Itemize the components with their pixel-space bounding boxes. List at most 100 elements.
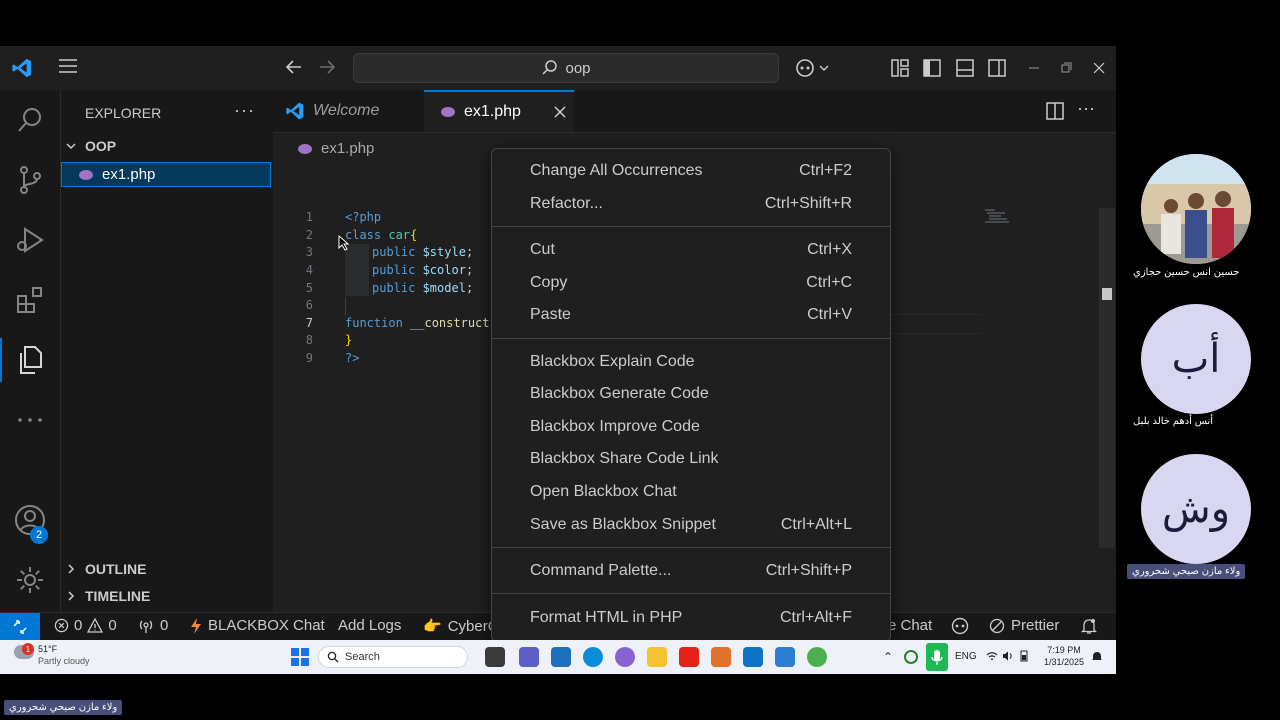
toggle-secondary-sidebar-icon[interactable]: [987, 58, 1007, 83]
remote-indicator[interactable]: [0, 613, 40, 641]
taskbar-search[interactable]: Search: [318, 646, 468, 668]
chat-button[interactable]: e Chat: [888, 617, 932, 634]
code-token: ;: [465, 245, 474, 259]
task-view-icon[interactable]: [485, 647, 505, 667]
settings-gear-icon[interactable]: [0, 552, 60, 608]
xampp-icon[interactable]: [711, 647, 731, 667]
menu-item-label: Refactor...: [530, 195, 603, 212]
menu-item-command-palette[interactable]: Command Palette... Ctrl+Shift+P: [530, 555, 852, 587]
outline-label: OUTLINE: [85, 561, 147, 577]
file-item-ex1[interactable]: ex1.php: [61, 162, 271, 187]
menu-item-blackbox-share[interactable]: Blackbox Share Code Link: [530, 443, 852, 475]
tab-ex1-php[interactable]: ex1.php: [424, 90, 574, 132]
windows-start-icon[interactable]: [291, 648, 309, 669]
editor-more-icon[interactable]: ···: [1077, 98, 1095, 119]
code-token: $color: [422, 263, 466, 277]
accounts-icon[interactable]: 2: [0, 492, 60, 548]
copilot-app-icon[interactable]: [615, 647, 635, 667]
breadcrumb[interactable]: ex1.php: [297, 140, 374, 157]
add-logs-button[interactable]: Add Logs: [338, 617, 401, 634]
teams-icon[interactable]: [519, 647, 539, 667]
explorer-more-icon[interactable]: ···: [234, 100, 255, 121]
command-center-search[interactable]: oop: [353, 53, 779, 83]
menu-item-refactor[interactable]: Refactor... Ctrl+Shift+R: [530, 188, 852, 220]
participant-avatar[interactable]: وش: [1141, 454, 1251, 564]
folder-name: OOP: [85, 138, 117, 154]
store-icon[interactable]: [551, 647, 571, 667]
close-tab-icon[interactable]: [553, 105, 567, 119]
copilot-status-icon[interactable]: [950, 617, 970, 639]
menu-item-blackbox-explain[interactable]: Blackbox Explain Code: [530, 346, 852, 378]
menu-item-format-html-php[interactable]: Format HTML in PHP Ctrl+Alt+F: [530, 602, 852, 634]
menu-item-shortcut: Ctrl+Shift+P: [765, 562, 852, 579]
menu-item-blackbox-improve[interactable]: Blackbox Improve Code: [530, 411, 852, 443]
volume-icon[interactable]: [1002, 650, 1014, 665]
run-debug-icon[interactable]: [0, 212, 60, 268]
source-control-icon[interactable]: [0, 152, 60, 208]
cyber-button[interactable]: 👉 CyberC: [423, 617, 499, 636]
sync-icon[interactable]: [904, 650, 918, 664]
language-indicator[interactable]: ENG: [955, 651, 977, 662]
file-explorer-icon[interactable]: [647, 647, 667, 667]
menu-item-shortcut: Ctrl+X: [807, 241, 852, 258]
menu-item-copy[interactable]: Copy Ctrl+C: [530, 267, 852, 299]
menu-item-shortcut: Ctrl+Shift+R: [764, 195, 852, 212]
accounts-badge: 2: [30, 526, 48, 544]
vertical-scrollbar[interactable]: [1099, 208, 1115, 548]
line-number: 4: [305, 263, 313, 277]
code-line: }: [345, 333, 353, 347]
back-arrow-icon[interactable]: [285, 58, 303, 81]
copilot-icon[interactable]: [795, 57, 829, 84]
participant-photo[interactable]: [1141, 154, 1251, 264]
edge-icon[interactable]: [583, 647, 603, 667]
chevron-up-icon[interactable]: ⌃: [883, 650, 893, 664]
close-window-icon[interactable]: [1092, 58, 1106, 83]
menu-item-change-all-occurrences[interactable]: Change All Occurrences Ctrl+F2: [530, 155, 852, 187]
problems-indicator[interactable]: 0 0: [54, 617, 117, 634]
notifications-bell-icon[interactable]: [1080, 618, 1098, 639]
minimize-icon[interactable]: [1027, 58, 1041, 83]
menu-item-blackbox-generate[interactable]: Blackbox Generate Code: [530, 378, 852, 410]
forward-arrow-icon[interactable]: [318, 58, 336, 81]
minimap[interactable]: [985, 209, 1009, 223]
toggle-panel-icon[interactable]: [955, 58, 975, 83]
editor-context-menu: Change All Occurrences Ctrl+F2 Refactor..…: [491, 148, 891, 642]
menu-item-open-blackbox-chat[interactable]: Open Blackbox Chat: [530, 476, 852, 508]
tab-welcome[interactable]: Welcome: [273, 90, 436, 132]
menu-item-cut[interactable]: Cut Ctrl+X: [530, 234, 852, 266]
folder-header[interactable]: OOP: [65, 138, 116, 154]
search-view-icon[interactable]: [0, 92, 60, 148]
youtube-icon[interactable]: [679, 647, 699, 667]
notification-icon[interactable]: [1091, 650, 1103, 666]
chrome-icon[interactable]: [807, 647, 827, 667]
code-token: public: [372, 263, 423, 277]
wifi-icon[interactable]: [986, 650, 998, 665]
explorer-icon[interactable]: [0, 332, 60, 388]
ports-count: 0: [160, 617, 169, 634]
participant-avatar[interactable]: أب: [1141, 304, 1251, 414]
clock-date[interactable]: 1/31/2025: [1040, 657, 1088, 667]
battery-icon[interactable]: [1018, 650, 1030, 665]
prettier-button[interactable]: Prettier: [989, 617, 1059, 634]
menu-item-label: Open Blackbox Chat: [530, 483, 677, 500]
split-editor-icon[interactable]: [1046, 102, 1064, 125]
outline-section[interactable]: OUTLINE: [65, 561, 146, 577]
restore-icon[interactable]: [1059, 58, 1073, 83]
code-token: class: [345, 228, 389, 242]
photos-icon[interactable]: [775, 647, 795, 667]
more-views-icon[interactable]: [0, 392, 60, 448]
vscode-taskbar-icon[interactable]: [743, 647, 763, 667]
extensions-icon[interactable]: [0, 272, 60, 328]
menu-item-label: Save as Blackbox Snippet: [530, 516, 716, 533]
menu-item-save-blackbox-snippet[interactable]: Save as Blackbox Snippet Ctrl+Alt+L: [530, 509, 852, 541]
menu-item-paste[interactable]: Paste Ctrl+V: [530, 299, 852, 331]
hand-pointing-icon: 👉: [423, 618, 442, 635]
ports-indicator[interactable]: 0: [138, 617, 168, 634]
customize-layout-icon[interactable]: [890, 58, 910, 83]
microphone-icon[interactable]: [926, 643, 948, 671]
toggle-primary-sidebar-icon[interactable]: [922, 58, 942, 83]
menu-icon[interactable]: [58, 56, 78, 81]
blackbox-chat-button[interactable]: BLACKBOX Chat: [190, 617, 325, 634]
timeline-section[interactable]: TIMELINE: [65, 588, 150, 604]
clock-time[interactable]: 7:19 PM: [1042, 645, 1086, 655]
